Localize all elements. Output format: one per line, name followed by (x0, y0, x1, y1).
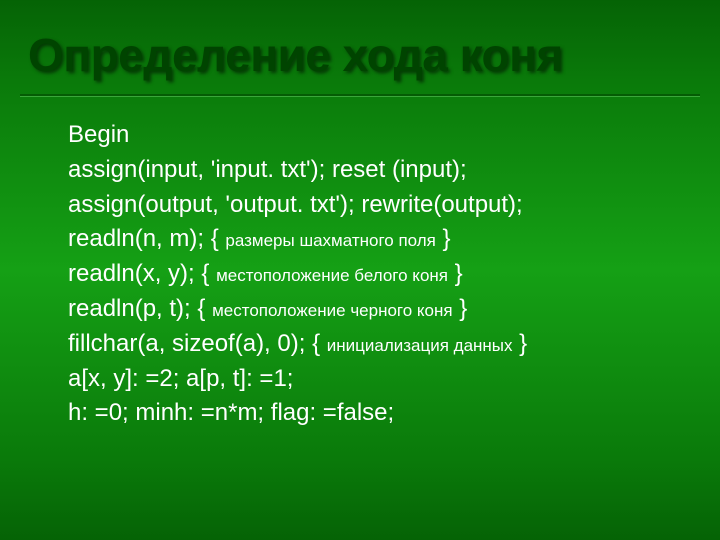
code-line: fillchar(a, sizeof(a), 0); { инициализац… (68, 327, 720, 362)
code-line: assign(input, 'input. txt'); reset (inpu… (68, 153, 720, 188)
code-line: assign(output, 'output. txt'); rewrite(o… (68, 188, 720, 223)
code-line: readln(p, t); { местоположение черного к… (68, 292, 720, 327)
code-line: readln(n, m); { размеры шахматного поля … (68, 222, 720, 257)
title-underline (20, 94, 700, 96)
code-line: a[x, y]: =2; a[p, t]: =1; (68, 362, 720, 397)
code-line: h: =0; minh: =n*m; flag: =false; (68, 396, 720, 431)
slide-title: Определение хода коня (0, 0, 720, 82)
code-line: readln(x, y); { местоположение белого ко… (68, 257, 720, 292)
code-content: Begin assign(input, 'input. txt'); reset… (0, 82, 720, 431)
code-line: Begin (68, 118, 720, 153)
